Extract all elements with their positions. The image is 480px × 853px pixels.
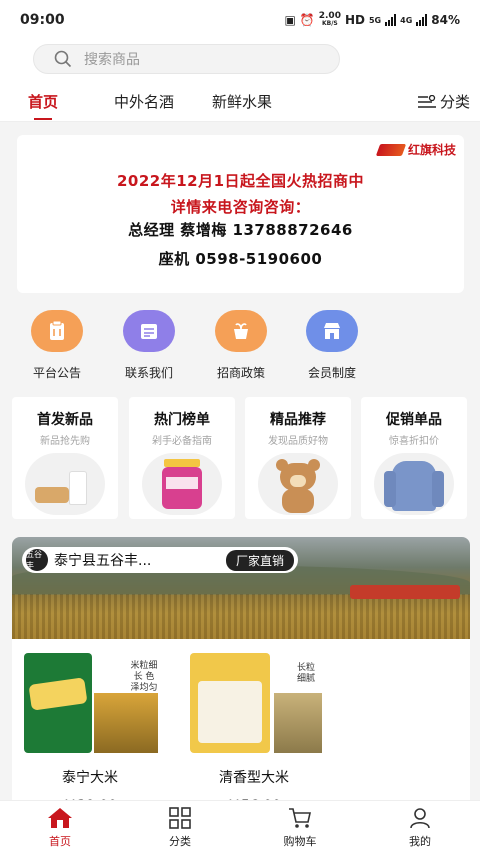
category-button[interactable]: 分类 xyxy=(417,91,470,112)
quick-link-policy[interactable]: 招商政策 xyxy=(201,310,281,381)
teddy-bear-image xyxy=(258,453,338,515)
tab-fruit[interactable]: 新鲜水果 xyxy=(212,82,272,122)
card-title: 精品推荐 xyxy=(270,412,326,428)
banner-headline: 2022年12月1日起全国火热招商中 xyxy=(116,172,365,190)
grid-icon xyxy=(169,807,191,829)
tab-label: 新鲜水果 xyxy=(212,93,273,111)
card-title: 热门榜单 xyxy=(154,412,210,428)
signal-icon xyxy=(385,14,397,26)
store-badge: 厂家直销 xyxy=(225,549,294,571)
store-banner-image[interactable]: 五谷丰 泰宁县五谷丰... 厂家直销 xyxy=(12,537,470,639)
speed-value: 2.00 xyxy=(318,11,341,21)
card-new-products[interactable]: 首发新品 新品抢先购 xyxy=(12,397,118,519)
quick-link-label: 联系我们 xyxy=(124,366,173,380)
nav-label: 购物车 xyxy=(283,835,317,848)
alarm-icon: ⏰ xyxy=(299,13,315,27)
banner-subline: 详情来电咨询咨询： xyxy=(170,198,311,216)
brand-mark-icon xyxy=(375,143,407,156)
battery-percent: 84% xyxy=(431,13,460,27)
status-bar: 09:00 ▣ ⏰ 2.00 KB/S HD 5G 4G 84% xyxy=(0,0,480,40)
nav-home[interactable]: 首页 xyxy=(20,807,100,849)
status-icons: ▣ ⏰ 2.00 KB/S HD 5G 4G 84% xyxy=(284,12,460,28)
notice-icon xyxy=(31,310,83,352)
category-label: 分类 xyxy=(439,93,470,111)
network-5g-label: 5G xyxy=(368,15,382,25)
store-name: 泰宁县五谷丰... xyxy=(54,553,152,569)
card-subtitle: 发现品质好物 xyxy=(268,436,328,447)
nav-label: 首页 xyxy=(49,835,71,848)
status-time: 09:00 xyxy=(20,12,65,28)
tab-liquor[interactable]: 中外名酒 xyxy=(114,82,174,122)
quick-link-label: 招商政策 xyxy=(216,366,265,380)
category-tabs: 首页 中外名酒 新鲜水果 分类 xyxy=(0,82,480,122)
search-placeholder: 搜索商品 xyxy=(84,52,140,68)
hd-label: HD xyxy=(344,13,365,27)
product-card[interactable]: 长粒细腻 清香型大米 ￥56.00 xyxy=(186,653,322,815)
user-icon xyxy=(410,808,430,829)
quick-link-label: 会员制度 xyxy=(307,366,356,380)
nav-cart[interactable]: 购物车 xyxy=(260,807,340,849)
product-side-text: 米粒细长 色泽均匀 xyxy=(130,661,158,693)
product-name: 清香型大米 xyxy=(219,770,289,786)
network-4g-label: 4G xyxy=(400,15,413,25)
brand-name: 红旗科技 xyxy=(407,143,456,157)
cart-icon xyxy=(289,808,311,828)
search-icon xyxy=(54,50,72,68)
tab-home[interactable]: 首页 xyxy=(28,82,58,122)
contact-icon xyxy=(123,310,175,352)
home-icon xyxy=(48,808,72,828)
banner-contact: 总经理 蔡增梅 13788872646 xyxy=(128,221,353,239)
nav-profile[interactable]: 我的 xyxy=(380,807,460,849)
nfc-icon: ▣ xyxy=(284,13,296,27)
signal-icon-2 xyxy=(416,14,428,26)
card-hot-list[interactable]: 热门榜单 剁手必备指南 xyxy=(129,397,235,519)
hoodie-image xyxy=(374,453,454,515)
card-subtitle: 惊喜折扣价 xyxy=(389,436,439,447)
quick-link-label: 平台公告 xyxy=(32,366,81,380)
bottom-nav: 首页 分类 购物车 我的 xyxy=(0,800,480,853)
product-name: 泰宁大米 xyxy=(62,770,118,786)
banner-phone: 座机 0598-5190600 xyxy=(158,250,323,268)
brand-logo: 红旗科技 xyxy=(375,141,456,158)
nav-label: 我的 xyxy=(409,835,431,848)
product-side-text: 长粒细腻 xyxy=(296,663,315,684)
quick-link-notice[interactable]: 平台公告 xyxy=(17,310,97,381)
card-promotion[interactable]: 促销单品 惊喜折扣价 xyxy=(361,397,467,519)
tab-label: 中外名酒 xyxy=(114,93,175,111)
search-bar: 搜索商品 xyxy=(0,40,480,82)
nav-category[interactable]: 分类 xyxy=(140,807,220,849)
card-recommended[interactable]: 精品推荐 发现品质好物 xyxy=(245,397,351,519)
quick-link-member[interactable]: 会员制度 xyxy=(292,310,372,381)
category-list-icon xyxy=(417,94,436,108)
card-subtitle: 新品抢先购 xyxy=(40,436,90,447)
bread-milk-image xyxy=(25,453,105,515)
product-card[interactable]: 米粒细长 色泽均匀 泰宁大米 ￥39.00 xyxy=(22,653,158,815)
policy-icon xyxy=(215,310,267,352)
card-subtitle: 剁手必备指南 xyxy=(152,436,212,447)
store-section: 五谷丰 泰宁县五谷丰... 厂家直销 米粒细长 色泽均匀 泰宁大米 ￥39.00… xyxy=(12,537,470,827)
harvester-image xyxy=(350,585,460,599)
speed-unit: KB/S xyxy=(321,20,338,27)
card-title: 促销单品 xyxy=(386,412,442,428)
tab-label: 首页 xyxy=(28,93,59,111)
rice-package-image: 长粒细腻 xyxy=(186,653,322,755)
store-header[interactable]: 五谷丰 泰宁县五谷丰... 厂家直销 xyxy=(22,547,298,573)
quick-links: 平台公告 联系我们 招商政策 会员制度 xyxy=(0,300,480,385)
vitamin-bottle-image xyxy=(142,453,222,515)
search-input[interactable]: 搜索商品 xyxy=(33,44,340,74)
rice-bag-image: 米粒细长 色泽均匀 xyxy=(22,653,158,755)
store-avatar: 五谷丰 xyxy=(26,549,48,571)
quick-link-contact[interactable]: 联系我们 xyxy=(109,310,189,381)
member-icon xyxy=(306,310,358,352)
promo-banner[interactable]: 红旗科技 2022年12月1日起全国火热招商中 详情来电咨询咨询： 总经理 蔡增… xyxy=(17,135,464,293)
card-title: 首发新品 xyxy=(37,412,93,428)
speed-indicator: 2.00 KB/S xyxy=(319,12,341,28)
feature-cards: 首发新品 新品抢先购 热门榜单 剁手必备指南 精品推荐 发现品质好物 促销单品 … xyxy=(12,397,470,522)
nav-label: 分类 xyxy=(169,835,191,848)
